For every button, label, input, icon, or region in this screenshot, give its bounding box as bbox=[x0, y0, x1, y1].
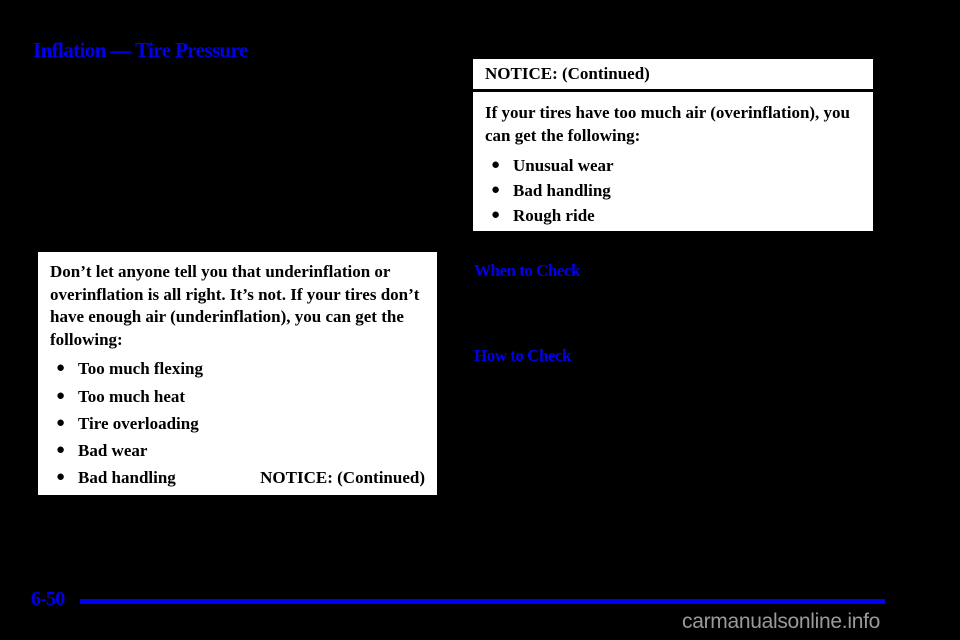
subsection-heading-when-to-check: When to Check bbox=[474, 261, 580, 280]
page-number: 6-50 bbox=[31, 588, 65, 610]
notice-bullet-list: ● Too much flexing ● Too much heat ● Tir… bbox=[50, 358, 426, 516]
watermark: carmanualsonline.info bbox=[682, 610, 880, 633]
notice-box-overinflation: NOTICE: (Continued) If your tires have t… bbox=[466, 57, 875, 250]
list-item: ● Too much heat bbox=[50, 386, 426, 408]
list-item-label: Bad handling bbox=[78, 467, 176, 487]
list-item: ● Too much flexing bbox=[50, 358, 426, 380]
list-item-label: Unusual wear bbox=[513, 155, 614, 175]
list-item: ● Rough ride bbox=[485, 205, 862, 227]
subsection-heading-how-to-check: How to Check bbox=[474, 346, 571, 365]
notice-header: NOTICE: (Continued) bbox=[473, 59, 873, 93]
list-item-label: Bad fuel economy bbox=[78, 494, 208, 514]
list-item-label: Tire overloading bbox=[78, 413, 199, 433]
bullet-icon: ● bbox=[56, 414, 66, 431]
footer-divider bbox=[80, 599, 885, 604]
notice-paragraph: If your tires have too much air (overinf… bbox=[485, 103, 851, 145]
bullet-icon: ● bbox=[491, 181, 501, 198]
list-item-label: Too much heat bbox=[78, 386, 186, 406]
list-item: ● Bad fuel economy bbox=[50, 494, 426, 516]
list-item: ● Needless damage from road hazards bbox=[485, 230, 862, 252]
manual-page: Inflation — Tire Pressure Don’t let anyo… bbox=[0, 0, 960, 640]
bullet-icon: ● bbox=[491, 231, 501, 248]
notice-paragraph: Don’t let anyone tell you that underinfl… bbox=[50, 262, 420, 349]
list-item: ● Tire overloading bbox=[50, 413, 426, 435]
bullet-icon: ● bbox=[491, 156, 501, 173]
notice-continued-label: NOTICE: (Continued) bbox=[260, 467, 425, 487]
bullet-icon: ● bbox=[56, 441, 66, 458]
bullet-icon: ● bbox=[56, 468, 66, 485]
list-item-label: Needless damage from road hazards bbox=[513, 230, 776, 250]
bullet-icon: ● bbox=[56, 495, 66, 512]
page-title: Inflation — Tire Pressure bbox=[33, 38, 248, 62]
list-item-label: Rough ride bbox=[513, 205, 595, 225]
list-item-label: Bad wear bbox=[78, 440, 148, 460]
bullet-icon: ● bbox=[56, 360, 66, 377]
bullet-icon: ● bbox=[56, 387, 66, 404]
list-item: ● Unusual wear bbox=[485, 155, 862, 177]
notice-bullet-list: ● Unusual wear ● Bad handling ● Rough ri… bbox=[485, 155, 862, 252]
notice-box-underinflation: Don’t let anyone tell you that underinfl… bbox=[36, 250, 439, 514]
bullet-icon: ● bbox=[491, 206, 501, 223]
list-item-label: Bad handling bbox=[513, 180, 611, 200]
list-item: ● Bad wear bbox=[50, 440, 426, 462]
notice-body: If your tires have too much air (overinf… bbox=[473, 92, 873, 252]
list-item-label: Too much flexing bbox=[78, 359, 204, 379]
list-item: ● Bad handling bbox=[485, 180, 862, 202]
